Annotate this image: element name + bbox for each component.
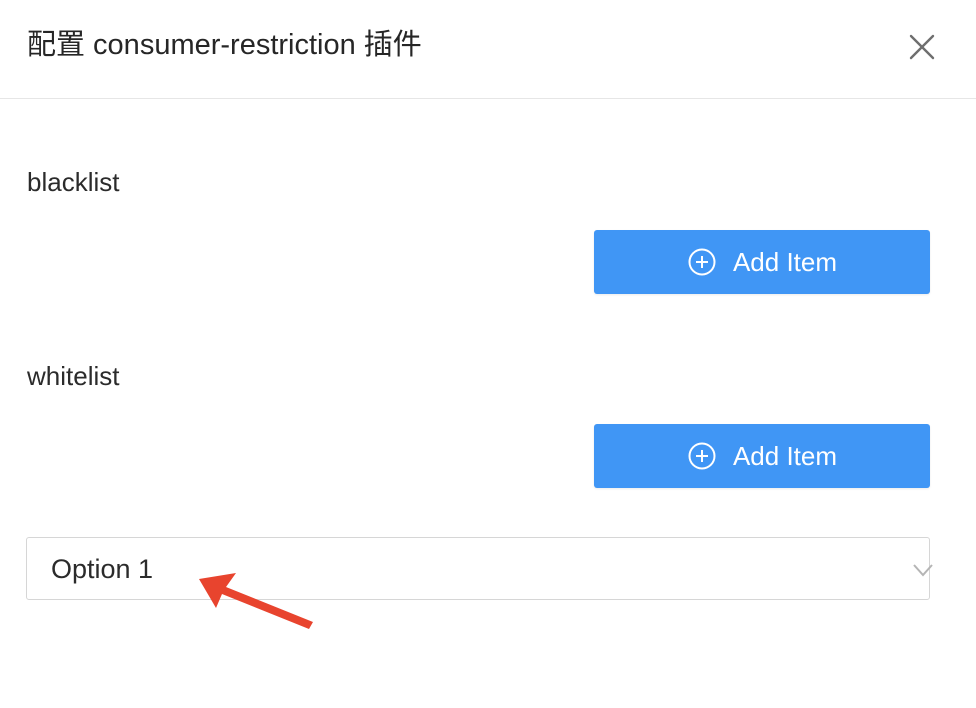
whitelist-label: whitelist	[27, 361, 120, 391]
add-item-label: Add Item	[732, 246, 838, 277]
select-value: Option 1	[51, 554, 154, 584]
close-icon[interactable]	[905, 30, 939, 64]
plugin-config-dialog: 配置 consumer-restriction 插件 blacklist Add…	[0, 0, 976, 708]
option-select[interactable]: Option 1	[26, 537, 933, 600]
add-item-label: Add Item	[732, 440, 838, 471]
plus-circle-icon	[688, 248, 716, 276]
dialog-header: 配置 consumer-restriction 插件	[0, 0, 976, 99]
whitelist-add-item-button[interactable]: Add Item	[594, 424, 930, 488]
blacklist-add-item-button[interactable]: Add Item	[594, 230, 930, 294]
red-arrow-annotation	[199, 573, 313, 629]
blacklist-label: blacklist	[27, 167, 120, 197]
dialog-title: 配置 consumer-restriction 插件	[27, 29, 422, 61]
chevron-down-icon	[913, 564, 933, 577]
plus-circle-icon	[688, 442, 716, 470]
